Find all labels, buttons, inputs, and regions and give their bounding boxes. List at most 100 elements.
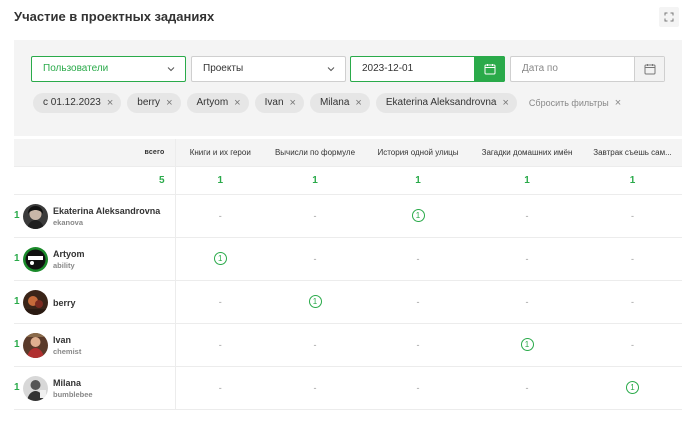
user-cell[interactable]: Milana bumblebee 1	[14, 366, 176, 410]
cell: -	[175, 280, 265, 324]
user-cell[interactable]: Ekaterina Aleksandrovna ekanova 1	[14, 194, 176, 238]
filter-chip[interactable]: Ivan ×	[254, 93, 304, 113]
column-header[interactable]: История одной улицы	[365, 139, 471, 167]
chip-label: с 01.12.2023	[43, 97, 101, 108]
column-header[interactable]: Загадки домашних имён	[471, 139, 583, 167]
user-login: chemist	[53, 346, 82, 356]
date-to-placeholder: Дата по	[522, 63, 558, 74]
close-icon[interactable]: ×	[107, 93, 113, 113]
close-icon[interactable]: ×	[234, 93, 240, 113]
cell: -	[365, 280, 471, 324]
participation-badge[interactable]: 1	[308, 295, 322, 308]
cell: -	[583, 237, 682, 281]
cell: -	[471, 194, 583, 238]
reset-filters-button[interactable]: Сбросить фильтры ×	[529, 97, 621, 109]
cell: -	[265, 194, 365, 238]
user-name: Artyom	[53, 248, 85, 259]
cell: -	[175, 194, 265, 238]
cell[interactable]: 1	[365, 194, 471, 238]
participation-badge[interactable]: 1	[411, 209, 425, 222]
chip-label: berry	[137, 97, 161, 108]
avatar	[23, 203, 48, 229]
cell: -	[265, 323, 365, 367]
column-total: 1	[175, 166, 265, 195]
cell[interactable]: 1	[471, 323, 583, 367]
cell: -	[265, 366, 365, 410]
cell: -	[471, 237, 583, 281]
user-total: 1	[14, 296, 20, 307]
filter-chip[interactable]: с 01.12.2023 ×	[33, 93, 122, 113]
user-login: ekanova	[53, 217, 84, 227]
user-name: berry	[53, 297, 76, 308]
cell: -	[365, 237, 471, 281]
filter-chip[interactable]: Artyom ×	[186, 93, 249, 113]
close-icon[interactable]: ×	[355, 93, 361, 113]
cell: -	[583, 323, 682, 367]
cell[interactable]: 1	[265, 280, 365, 324]
column-total: 1	[471, 166, 583, 195]
participation-table: всего Книги и их герои Вычисли по формул…	[14, 139, 682, 410]
date-to-calendar-button[interactable]	[634, 57, 664, 81]
user-total: 1	[14, 339, 20, 350]
table-row: berry 1 - 1 - - -	[14, 280, 682, 324]
cell: -	[175, 323, 265, 367]
chip-label: Ivan	[264, 97, 284, 108]
table-row: Ekaterina Aleksandrovna ekanova 1 - - 1 …	[14, 194, 682, 238]
cell[interactable]: 1	[175, 237, 265, 281]
chevron-down-icon	[327, 67, 335, 72]
cell: -	[471, 366, 583, 410]
table-row: Artyom ability 1 1 - - - -	[14, 237, 682, 281]
chip-label: Milana	[319, 97, 350, 108]
user-login: bumblebee	[53, 389, 93, 399]
users-select[interactable]: Пользователи	[31, 56, 186, 82]
reset-filters-label: Сбросить фильтры	[528, 98, 609, 108]
user-cell[interactable]: Ivan chemist 1	[14, 323, 176, 367]
cell: -	[265, 237, 365, 281]
user-cell[interactable]: berry 1	[14, 280, 176, 324]
page-title: Участие в проектных заданиях	[14, 9, 215, 24]
column-total: 1	[265, 166, 365, 195]
close-icon[interactable]: ×	[290, 93, 296, 113]
user-cell[interactable]: Artyom ability 1	[14, 237, 176, 281]
active-filter-chips: с 01.12.2023 × berry × Artyom × Ivan × Milan…	[33, 93, 621, 113]
participation-badge[interactable]: 1	[213, 252, 227, 265]
close-icon[interactable]: ×	[502, 93, 508, 113]
close-icon: ×	[614, 97, 622, 109]
user-name: Milana	[53, 377, 82, 388]
table-row: Ivan chemist 1 - - - 1 -	[14, 323, 682, 367]
cell: -	[175, 366, 265, 410]
avatar	[23, 289, 48, 315]
chip-label: Artyom	[196, 97, 229, 108]
fullscreen-button[interactable]	[659, 7, 679, 27]
filter-panel: Пользователи Проекты 2023-12-01 Дата по	[14, 40, 682, 136]
filter-chip[interactable]: berry ×	[127, 93, 181, 113]
user-total: 1	[14, 210, 20, 221]
participation-badge[interactable]: 1	[626, 381, 639, 394]
chevron-down-icon	[167, 67, 175, 72]
users-select-label: Пользователи	[43, 63, 109, 74]
user-name: Ivan	[53, 334, 72, 345]
cell: -	[583, 194, 682, 238]
cell: -	[365, 366, 471, 410]
cell: -	[583, 280, 682, 324]
user-login: ability	[53, 260, 75, 270]
filter-chip[interactable]: Milana ×	[309, 93, 370, 113]
calendar-icon	[644, 64, 655, 75]
column-total: 1	[365, 166, 471, 195]
column-header[interactable]: Вычисли по формуле	[265, 139, 365, 167]
date-to-field[interactable]: Дата по	[510, 56, 665, 82]
date-from-calendar-button[interactable]	[474, 56, 505, 82]
cell[interactable]: 1	[583, 366, 682, 410]
column-header[interactable]: Завтрак съешь сам...	[583, 139, 682, 167]
column-header[interactable]: Книги и их герои	[175, 139, 265, 167]
cell: -	[365, 323, 471, 367]
user-name: Ekaterina Aleksandrovna	[53, 205, 161, 216]
date-from-value: 2023-12-01	[362, 63, 414, 74]
participation-badge[interactable]: 1	[520, 338, 534, 351]
projects-select[interactable]: Проекты	[191, 56, 346, 82]
page-header: Участие в проектных заданиях	[0, 0, 690, 36]
date-from-field[interactable]: 2023-12-01	[350, 56, 505, 82]
filter-chip[interactable]: Ekaterina Aleksandrovna ×	[375, 93, 517, 113]
calendar-icon	[484, 64, 495, 75]
close-icon[interactable]: ×	[166, 93, 172, 113]
